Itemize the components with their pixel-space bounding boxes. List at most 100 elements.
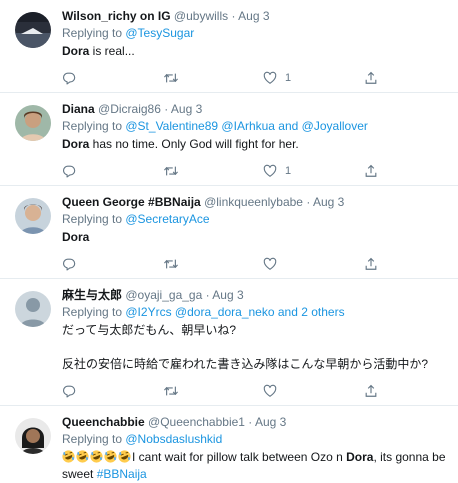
author-handle[interactable]: @linkqueenlybabe [204, 195, 303, 209]
replying-prefix: Replying to [62, 305, 126, 319]
author-name[interactable]: Wilson_richy on IG [62, 9, 171, 23]
author-handle[interactable]: @oyaji_ga_ga [125, 288, 202, 302]
default-profile-avatar-icon [15, 291, 51, 327]
reply-icon [62, 257, 76, 271]
hashtag-link[interactable]: #BBNaija [97, 467, 147, 481]
like-count: 1 [285, 165, 292, 177]
tweet-text: Dora is real... [62, 43, 446, 60]
rolling-on-floor-laughing-emoji-icon [76, 450, 89, 463]
mention-link[interactable]: @I2Yrcs [125, 305, 171, 319]
replying-to: Replying to @Nobsdaslushkid [62, 431, 446, 447]
like-icon [263, 257, 277, 271]
tweet-text: I cant wait for pillow talk between Ozo … [62, 449, 446, 483]
rolling-on-floor-laughing-emoji-icon [118, 450, 131, 463]
author-handle[interactable]: @Dicraig86 [98, 102, 161, 116]
share-icon [364, 71, 378, 85]
tweet[interactable]: Wilson_richy on IG @ubywills · Aug 3 Rep… [0, 0, 458, 93]
tweet-text-rest: has no time. Only God will fight for her… [89, 137, 299, 151]
avatar[interactable] [15, 418, 51, 454]
tweet[interactable]: Diana @Dicraig86 · Aug 3 Replying to @St… [0, 93, 458, 186]
author-name[interactable]: Queenchabbie [62, 415, 145, 429]
rolling-on-floor-laughing-emoji-icon [90, 450, 103, 463]
like-button[interactable] [263, 383, 277, 399]
like-button[interactable] [263, 256, 277, 272]
highlighted-keyword: Dora [62, 230, 90, 244]
avatar[interactable] [15, 198, 51, 234]
tweet-text-line: 反社の安倍に時給で雇われた書き込み隊はこんな早朝から活動中か? [62, 357, 429, 371]
replying-to: Replying to @TesySugar [62, 25, 446, 41]
retweet-button[interactable] [163, 70, 179, 86]
share-button[interactable] [364, 383, 378, 399]
reply-button[interactable] [62, 256, 76, 272]
retweet-button[interactable] [163, 163, 179, 179]
mention-link[interactable]: @SecretaryAce [125, 212, 209, 226]
avatar[interactable] [15, 105, 51, 141]
tweet-actions [62, 377, 446, 405]
replying-prefix: Replying to [62, 432, 126, 446]
reply-button[interactable] [62, 163, 76, 179]
share-button[interactable] [364, 163, 378, 179]
tweet-date[interactable]: Aug 3 [238, 9, 269, 23]
like-button[interactable]: 1 [263, 70, 291, 86]
replying-to: Replying to @St_Valentine89 @IArhkua and… [62, 118, 446, 134]
retweet-button[interactable] [163, 383, 179, 399]
retweet-button[interactable] [163, 256, 179, 272]
separator-dot: · [248, 415, 253, 429]
mention-link[interactable]: @TesySugar [125, 26, 194, 40]
share-icon [364, 257, 378, 271]
highlighted-keyword: Dora [346, 450, 374, 464]
like-button[interactable]: 1 [263, 163, 291, 179]
tweet-text-line: だって与太郎だもん、朝早いね? [62, 323, 237, 337]
author-handle[interactable]: @ubywills [174, 9, 228, 23]
separator-dot: · [205, 288, 210, 302]
replying-prefix: Replying to [62, 212, 126, 226]
author-name[interactable]: 麻生与太郎 [62, 288, 122, 302]
replying-to: Replying to @SecretaryAce [62, 211, 446, 227]
reply-feed: Wilson_richy on IG @ubywills · Aug 3 Rep… [0, 0, 458, 483]
like-count: 1 [285, 72, 292, 84]
woman-photo-avatar-icon [15, 198, 51, 234]
mention-link[interactable]: @IArhkua [221, 119, 275, 133]
replying-prefix: Replying to [62, 26, 126, 40]
avatar[interactable] [15, 291, 51, 327]
author-name[interactable]: Queen George #BBNaija [62, 195, 201, 209]
mention-link[interactable]: @Nobsdaslushkid [125, 432, 222, 446]
woman-portrait-avatar-icon [15, 418, 51, 454]
tweet[interactable]: 麻生与太郎 @oyaji_ga_ga · Aug 3 Replying to @… [0, 279, 458, 406]
replying-to: Replying to @I2Yrcs @dora_dora_neko and … [62, 304, 446, 320]
replying-prefix: Replying to [62, 119, 126, 133]
tweet[interactable]: Queen George #BBNaija @linkqueenlybabe ·… [0, 186, 458, 279]
tweet-actions: 1 [62, 64, 446, 92]
reply-button[interactable] [62, 383, 76, 399]
retweet-icon [163, 257, 179, 271]
author-handle[interactable]: @Queenchabbie1 [148, 415, 245, 429]
others-link[interactable]: 2 others [301, 305, 344, 319]
like-icon [263, 71, 277, 85]
retweet-icon [163, 71, 179, 85]
tweet-date[interactable]: Aug 3 [255, 415, 286, 429]
share-button[interactable] [364, 70, 378, 86]
share-icon [364, 384, 378, 398]
replying-and: and [274, 119, 302, 133]
mention-link[interactable]: @Joyallover [302, 119, 368, 133]
tweet-actions: 1 [62, 157, 446, 185]
tweet-date[interactable]: Aug 3 [171, 102, 202, 116]
retweet-icon [163, 384, 179, 398]
like-icon [263, 384, 277, 398]
tweet-date[interactable]: Aug 3 [313, 195, 344, 209]
reply-icon [62, 384, 76, 398]
tweet-text: Dora [62, 229, 446, 246]
mention-link[interactable]: @St_Valentine89 [125, 119, 218, 133]
author-name[interactable]: Diana [62, 102, 95, 116]
mention-link[interactable]: @dora_dora_neko [175, 305, 275, 319]
like-icon [263, 164, 277, 178]
separator-dot: · [306, 195, 311, 209]
tweet-text: Dora has no time. Only God will fight fo… [62, 136, 446, 153]
avatar[interactable] [15, 12, 51, 48]
reply-button[interactable] [62, 70, 76, 86]
tweet-date[interactable]: Aug 3 [212, 288, 243, 302]
tweet[interactable]: Queenchabbie @Queenchabbie1 · Aug 3 Repl… [0, 406, 458, 483]
separator-dot: · [164, 102, 169, 116]
highlighted-keyword: Dora [62, 137, 90, 151]
share-button[interactable] [364, 256, 378, 272]
